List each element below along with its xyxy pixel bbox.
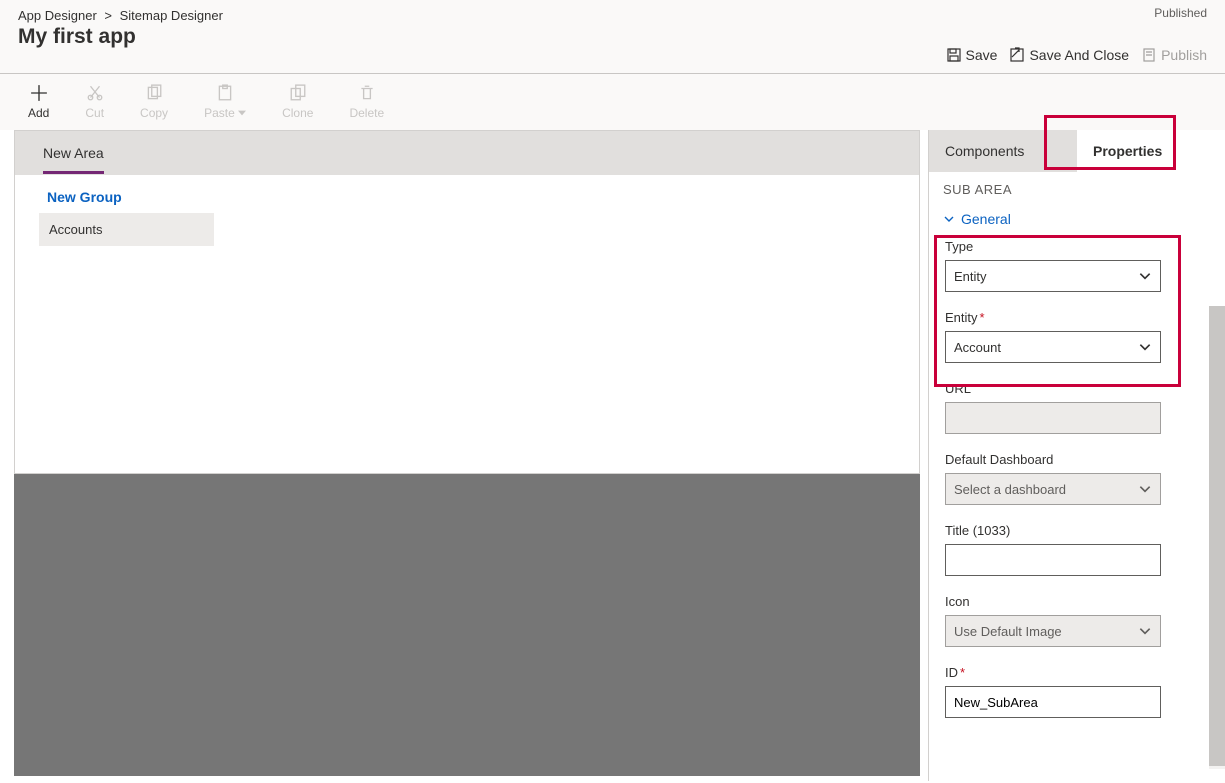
breadcrumb-current: Sitemap Designer [120, 8, 223, 23]
canvas-empty-area [14, 474, 920, 776]
sitemap-canvas: New Area New Group Accounts [14, 130, 920, 474]
scrollbar-thumb[interactable] [1209, 306, 1225, 766]
breadcrumb-sep: > [104, 8, 112, 23]
title-input[interactable] [945, 544, 1161, 576]
trash-icon [358, 84, 376, 102]
chevron-down-icon [1138, 340, 1152, 354]
icon-select[interactable]: Use Default Image [945, 615, 1161, 647]
type-label: Type [945, 239, 1209, 254]
section-general[interactable]: General [929, 207, 1225, 239]
publish-icon [1141, 47, 1157, 63]
tab-properties[interactable]: Properties [1077, 130, 1225, 172]
publish-label: Publish [1161, 47, 1207, 63]
side-panel: Components Properties SUB AREA General T… [928, 130, 1225, 781]
status-label: Published [1154, 6, 1207, 20]
plus-icon [30, 84, 48, 102]
save-close-icon [1009, 47, 1025, 63]
entity-label: Entity* [945, 310, 1209, 325]
toolbar: Add Cut Copy Paste Clone Delete [0, 74, 1225, 130]
copy-icon [145, 84, 163, 102]
chevron-down-icon [1138, 624, 1152, 638]
chevron-down-icon [1138, 482, 1152, 496]
area-tab[interactable]: New Area [43, 133, 104, 174]
icon-label: Icon [945, 594, 1209, 609]
app-title: My first app [18, 25, 1207, 49]
field-dashboard: Default Dashboard Select a dashboard [929, 452, 1225, 523]
area-bar: New Area [15, 131, 919, 175]
type-value: Entity [954, 269, 987, 284]
scrollbar[interactable] [1209, 306, 1225, 769]
delete-button: Delete [349, 84, 384, 120]
properties-body: SUB AREA General Type Entity Entity* Acc… [929, 172, 1225, 781]
subarea-item[interactable]: Accounts [39, 213, 214, 246]
clone-label: Clone [282, 106, 313, 120]
url-label: URL [945, 381, 1209, 396]
save-icon [946, 47, 962, 63]
entity-select[interactable]: Account [945, 331, 1161, 363]
title-label: Title (1033) [945, 523, 1209, 538]
side-tabs: Components Properties [929, 130, 1225, 172]
field-icon: Icon Use Default Image [929, 594, 1225, 665]
clone-icon [289, 84, 307, 102]
section-general-label: General [961, 211, 1011, 227]
id-input[interactable] [945, 686, 1161, 718]
paste-label: Paste [204, 106, 246, 120]
group-title[interactable]: New Group [15, 175, 919, 213]
save-and-close-button[interactable]: Save And Close [1009, 47, 1129, 63]
dashboard-select: Select a dashboard [945, 473, 1161, 505]
save-label: Save [966, 47, 998, 63]
dashboard-label: Default Dashboard [945, 452, 1209, 467]
cut-button: Cut [85, 84, 104, 120]
field-title: Title (1033) [929, 523, 1225, 594]
cut-icon [86, 84, 104, 102]
type-select[interactable]: Entity [945, 260, 1161, 292]
cut-label: Cut [85, 106, 104, 120]
panel-title: SUB AREA [929, 172, 1225, 207]
field-id: ID* [929, 665, 1225, 736]
canvas-wrap: New Area New Group Accounts [0, 130, 928, 781]
header: App Designer > Sitemap Designer My first… [0, 0, 1225, 74]
publish-button: Publish [1141, 47, 1207, 63]
save-close-label: Save And Close [1029, 47, 1129, 63]
delete-label: Delete [349, 106, 384, 120]
clone-button: Clone [282, 84, 313, 120]
breadcrumb: App Designer > Sitemap Designer [18, 8, 1207, 23]
icon-value: Use Default Image [954, 624, 1062, 639]
id-label: ID* [945, 665, 1209, 680]
chevron-down-icon [1138, 269, 1152, 283]
save-button[interactable]: Save [946, 47, 998, 63]
add-label: Add [28, 106, 49, 120]
chevron-down-icon [943, 213, 955, 225]
paste-icon [216, 84, 234, 102]
copy-button: Copy [140, 84, 168, 120]
entity-value: Account [954, 340, 1001, 355]
paste-button: Paste [204, 84, 246, 120]
field-entity: Entity* Account [929, 310, 1225, 381]
tab-components[interactable]: Components [929, 130, 1077, 172]
field-type: Type Entity [929, 239, 1225, 310]
body: New Area New Group Accounts Components P… [0, 130, 1225, 781]
field-url: URL [929, 381, 1225, 452]
url-input [945, 402, 1161, 434]
copy-label: Copy [140, 106, 168, 120]
breadcrumb-root[interactable]: App Designer [18, 8, 97, 23]
dashboard-placeholder: Select a dashboard [954, 482, 1066, 497]
add-button[interactable]: Add [28, 84, 49, 120]
header-actions: Save Save And Close Publish [946, 47, 1207, 63]
